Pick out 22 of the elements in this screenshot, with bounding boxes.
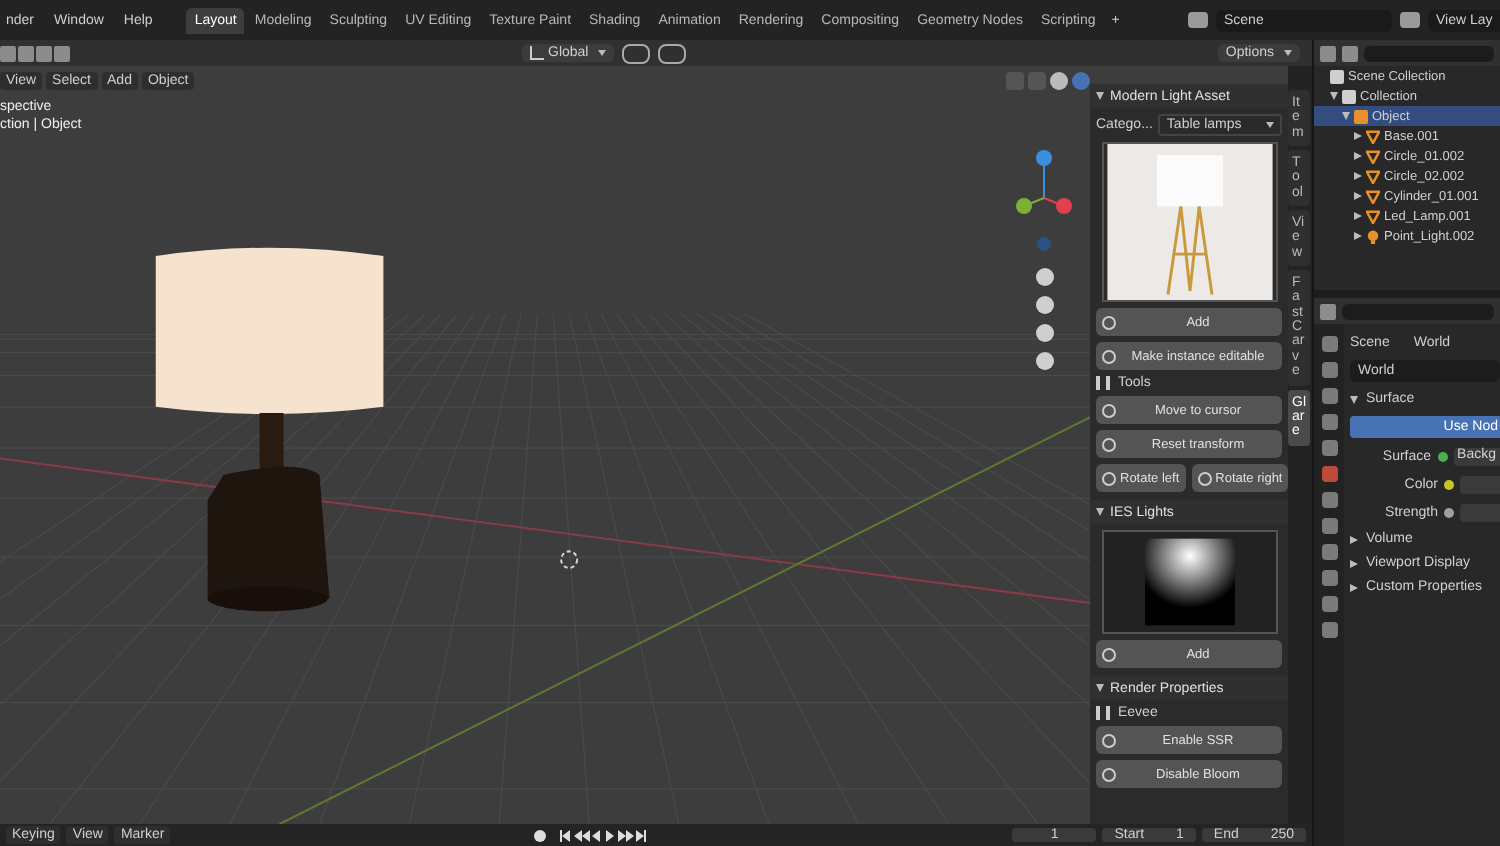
expand-arrow-icon[interactable]	[1350, 583, 1358, 591]
expand-arrow-icon[interactable]	[1096, 684, 1104, 692]
playback-controls-icon[interactable]	[531, 827, 652, 843]
expand-arrow-icon[interactable]	[1354, 172, 1362, 180]
caret-icon	[598, 50, 607, 56]
object-icon	[1354, 109, 1368, 123]
expand-arrow-icon[interactable]	[1350, 535, 1358, 543]
expand-arrow-icon[interactable]	[1350, 395, 1358, 403]
caret-icon	[1266, 122, 1274, 128]
box-icon	[1330, 69, 1344, 83]
expand-arrow-icon[interactable]	[1354, 212, 1362, 220]
expand-arrow-icon[interactable]	[1096, 92, 1104, 100]
box-icon	[1342, 89, 1356, 103]
expand-arrow-icon[interactable]	[1096, 508, 1104, 516]
bulb-icon	[1366, 229, 1380, 243]
expand-arrow-icon[interactable]	[1350, 559, 1358, 567]
expand-arrow-icon[interactable]	[1354, 152, 1362, 160]
expand-arrow-icon[interactable]	[1354, 192, 1362, 200]
expand-arrow-icon[interactable]	[1354, 132, 1362, 140]
axis-gizmo-drawing	[1014, 146, 1074, 254]
cursor-icon	[560, 550, 579, 569]
caret-icon	[1284, 50, 1292, 56]
